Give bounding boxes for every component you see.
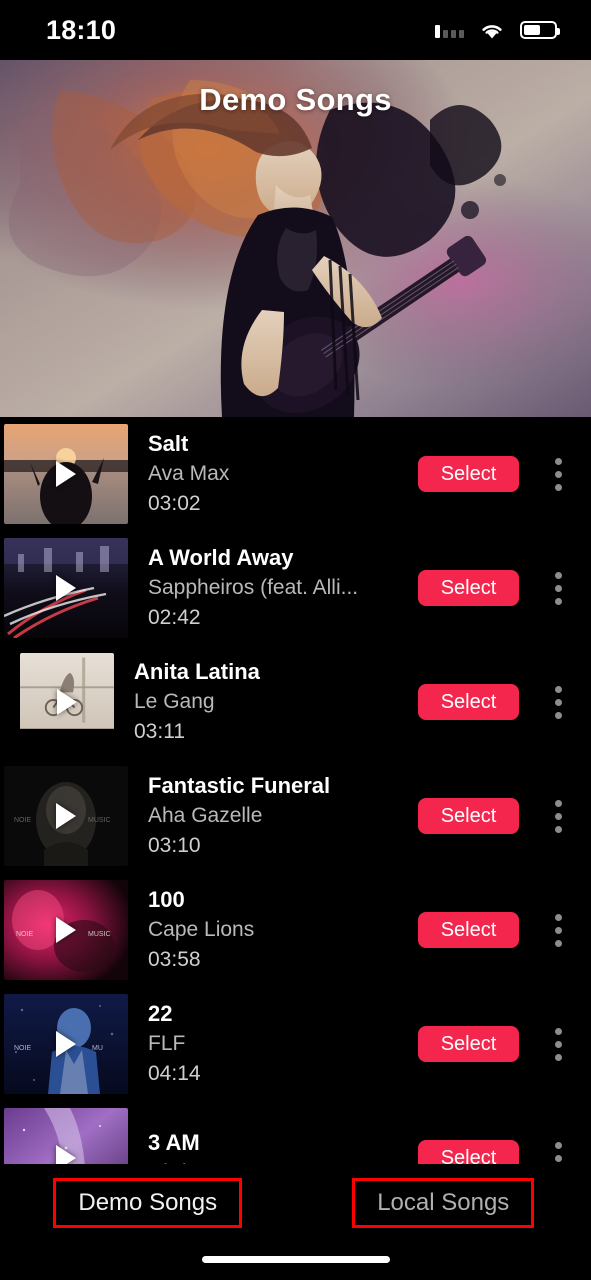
song-duration: 03:10 xyxy=(148,834,201,858)
more-vertical-icon[interactable] xyxy=(547,1141,569,1165)
hero-banner: Demo Songs xyxy=(0,60,591,417)
play-icon[interactable] xyxy=(56,1145,76,1164)
song-artist: Le Gang xyxy=(134,690,215,714)
svg-text:MUSIC: MUSIC xyxy=(88,817,111,824)
more-vertical-icon[interactable] xyxy=(547,799,569,833)
song-title: 100 xyxy=(148,887,185,912)
song-duration: 03:02 xyxy=(148,492,201,516)
battery-icon xyxy=(520,21,560,39)
status-indicators xyxy=(435,21,560,40)
select-button[interactable]: Select xyxy=(418,684,519,720)
play-icon[interactable] xyxy=(56,1031,76,1057)
svg-text:NOIE: NOIE xyxy=(14,817,31,824)
tab-demo-songs-label[interactable]: Demo Songs xyxy=(53,1178,243,1228)
song-title: 22 xyxy=(148,1001,173,1026)
more-vertical-icon[interactable] xyxy=(547,685,569,719)
song-artist: Sappheiros (feat. Alli... xyxy=(148,576,359,600)
play-icon[interactable] xyxy=(56,575,76,601)
song-list[interactable]: Salt Ava Max 03:02 Select A World Away S… xyxy=(0,417,591,1164)
song-row[interactable]: 3 AM Chris Brown Select xyxy=(0,1101,591,1164)
song-thumbnail[interactable]: NOIE MUSIC xyxy=(4,766,128,866)
song-artist: Aha Gazelle xyxy=(148,804,263,828)
select-button[interactable]: Select xyxy=(418,798,519,834)
svg-text:MUSIC: MUSIC xyxy=(88,931,111,938)
bottom-tab-bar: Demo Songs Local Songs xyxy=(0,1164,591,1280)
select-button[interactable]: Select xyxy=(418,456,519,492)
song-artist: Cape Lions xyxy=(148,918,255,942)
song-info: 100 Cape Lions 03:58 xyxy=(128,885,418,975)
song-thumbnail[interactable] xyxy=(4,424,128,524)
status-time: 18:10 xyxy=(46,14,117,45)
song-row[interactable]: A World Away Sappheiros (feat. Alli... 0… xyxy=(0,531,591,645)
song-row[interactable]: NOIE MUSIC 100 Cape Lions 03:58 Select xyxy=(0,873,591,987)
status-bar: 18:10 xyxy=(0,0,591,60)
play-icon[interactable] xyxy=(56,803,76,829)
song-artist: Ava Max xyxy=(148,462,230,486)
song-info: 3 AM Chris Brown xyxy=(128,1128,418,1164)
song-title: Anita Latina xyxy=(134,659,260,684)
song-thumbnail[interactable]: NOIE MUSIC xyxy=(4,880,128,980)
more-vertical-icon[interactable] xyxy=(547,571,569,605)
tab-demo-songs[interactable]: Demo Songs xyxy=(0,1178,296,1228)
svg-text:MU: MU xyxy=(92,1045,103,1052)
song-duration: 03:11 xyxy=(134,720,185,744)
song-info: Fantastic Funeral Aha Gazelle 03:10 xyxy=(128,771,418,861)
select-button[interactable]: Select xyxy=(418,1026,519,1062)
song-thumbnail[interactable] xyxy=(20,653,114,751)
more-vertical-icon[interactable] xyxy=(547,457,569,491)
play-icon[interactable] xyxy=(57,689,77,715)
song-title: Salt xyxy=(148,431,189,456)
song-info: Anita Latina Le Gang 03:11 xyxy=(114,657,418,747)
more-vertical-icon[interactable] xyxy=(547,913,569,947)
song-thumbnail[interactable]: NOIE MU xyxy=(4,994,128,1094)
song-row[interactable]: Salt Ava Max 03:02 Select xyxy=(0,417,591,531)
home-indicator xyxy=(201,1256,390,1263)
select-button[interactable]: Select xyxy=(418,570,519,606)
more-vertical-icon[interactable] xyxy=(547,1027,569,1061)
song-artist: FLF xyxy=(148,1032,186,1056)
song-info: A World Away Sappheiros (feat. Alli... 0… xyxy=(128,543,418,633)
cellular-signal-icon xyxy=(435,23,464,38)
song-row[interactable]: Anita Latina Le Gang 03:11 Select xyxy=(0,645,591,759)
play-icon[interactable] xyxy=(56,917,76,943)
select-button[interactable]: Select xyxy=(418,912,519,948)
page-title: Demo Songs xyxy=(199,82,392,117)
song-info: 22 FLF 04:14 xyxy=(128,999,418,1089)
song-thumbnail[interactable] xyxy=(4,538,128,638)
song-duration: 04:14 xyxy=(148,1062,201,1086)
song-duration: 02:42 xyxy=(148,606,201,630)
song-title: A World Away xyxy=(148,545,294,570)
wifi-icon xyxy=(479,21,505,40)
svg-text:NOIE: NOIE xyxy=(14,1045,31,1052)
song-duration: 03:58 xyxy=(148,948,201,972)
select-button[interactable]: Select xyxy=(418,1140,519,1164)
song-info: Salt Ava Max 03:02 xyxy=(128,429,418,519)
tab-local-songs-label[interactable]: Local Songs xyxy=(352,1178,535,1228)
song-title: 3 AM xyxy=(148,1129,200,1155)
song-row[interactable]: NOIE MU 22 FLF 04:14 Select xyxy=(0,987,591,1101)
song-title: Fantastic Funeral xyxy=(148,773,331,798)
tab-local-songs[interactable]: Local Songs xyxy=(296,1178,591,1228)
svg-text:NOIE: NOIE xyxy=(16,931,33,938)
play-icon[interactable] xyxy=(56,461,76,487)
song-thumbnail[interactable] xyxy=(4,1108,128,1164)
song-row[interactable]: NOIE MUSIC Fantastic Funeral Aha Gazelle … xyxy=(0,759,591,873)
